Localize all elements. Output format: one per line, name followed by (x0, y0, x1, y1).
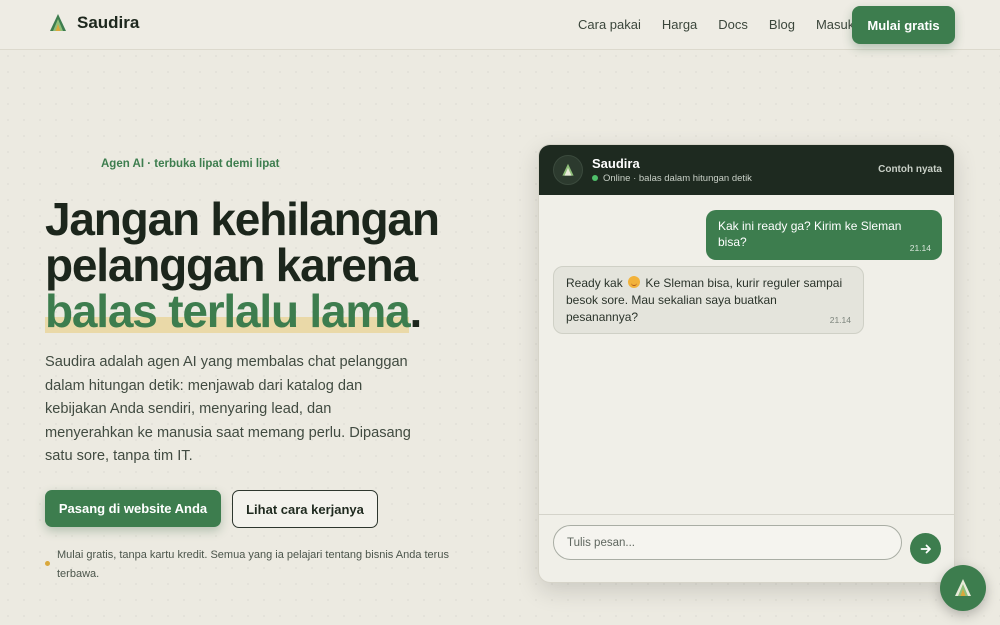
agent-message-bubble: Ready kak Ke Sleman bisa, kurir reguler … (553, 266, 864, 334)
example-tag: Contoh nyata (878, 164, 942, 175)
note-bullet-icon (45, 561, 50, 566)
headline-accent: balas terlalu lama (45, 285, 411, 337)
nav-links: Cara pakai Harga Docs Blog Masuk (578, 17, 875, 32)
headline-line-1: Jangan kehilangan (45, 193, 440, 245)
hero-headline: Jangan kehilangan pelanggan karena balas… (45, 193, 515, 337)
online-status-icon (592, 175, 598, 181)
brand[interactable]: Saudira (47, 13, 139, 33)
headline-line-3: balas terlalu lama. (45, 285, 515, 337)
message-text: Kak ini ready ga? Kirim ke Sleman bisa? (718, 219, 902, 249)
floating-chat-button[interactable] (940, 565, 986, 611)
hero-eyebrow: Agen AI · terbuka lipat demi lipat (101, 158, 280, 170)
nav-link-masuk[interactable]: Masuk (816, 17, 854, 32)
see-how-it-works-button[interactable]: Lihat cara kerjanya (232, 490, 378, 528)
message-text-part: Ready kak (566, 276, 623, 290)
user-message-bubble: Kak ini ready ga? Kirim ke Sleman bisa? … (706, 210, 942, 260)
tree-logo-icon (47, 13, 69, 33)
avatar (553, 155, 583, 185)
nav-link-harga[interactable]: Harga (662, 17, 697, 32)
headline-period: . (409, 285, 422, 337)
install-on-website-button[interactable]: Pasang di website Anda (45, 490, 221, 527)
tree-logo-icon (562, 163, 574, 176)
headline-line-2: pelanggan karena (45, 239, 418, 291)
message-time: 21.14 (829, 315, 851, 325)
smiling-face-emoji-icon (628, 276, 641, 288)
nav-link-cara-pakai[interactable]: Cara pakai (578, 17, 641, 32)
divider (539, 514, 954, 515)
brand-name: Saudira (77, 13, 140, 32)
tree-logo-icon (955, 579, 971, 596)
send-button[interactable] (910, 533, 941, 564)
message-time: 21.14 (909, 243, 931, 253)
top-navbar: Saudira Cara pakai Harga Docs Blog Masuk… (0, 0, 1000, 50)
hero-note: Mulai gratis, tanpa kartu kredit. Semua … (57, 549, 449, 580)
start-free-button[interactable]: Mulai gratis (852, 6, 955, 44)
message-text: Ready kak Ke Sleman bisa, kurir reguler … (566, 275, 851, 326)
nav-link-docs[interactable]: Docs (718, 17, 748, 32)
nav-link-blog[interactable]: Blog (769, 17, 795, 32)
message-input[interactable] (553, 525, 902, 560)
chat-status: Online · balas dalam hitungan detik (603, 173, 752, 184)
hero-description: Saudira adalah agen AI yang membalas cha… (45, 354, 411, 465)
chat-title: Saudira (592, 156, 640, 171)
chat-widget: Saudira Online · balas dalam hitungan de… (538, 144, 955, 583)
arrow-right-icon (920, 544, 931, 553)
chat-header: Saudira Online · balas dalam hitungan de… (539, 145, 954, 195)
